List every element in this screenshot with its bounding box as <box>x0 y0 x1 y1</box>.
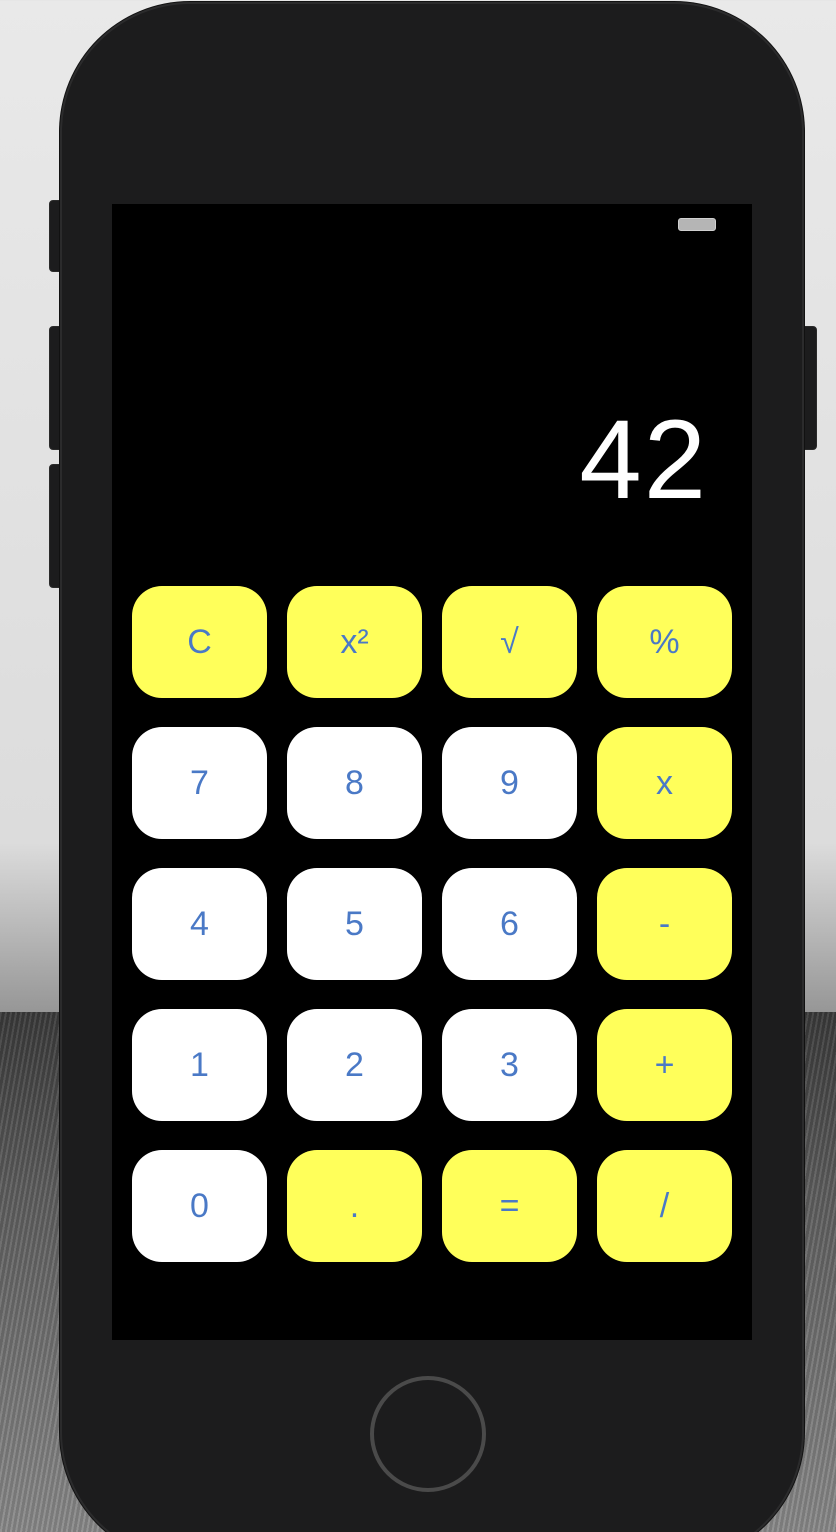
subtract-button[interactable]: - <box>597 868 732 980</box>
power-button <box>803 326 817 450</box>
digit-1-button[interactable]: 1 <box>132 1009 267 1121</box>
digit-0-button[interactable]: 0 <box>132 1150 267 1262</box>
add-button[interactable]: + <box>597 1009 732 1121</box>
equals-button[interactable]: = <box>442 1150 577 1262</box>
digit-7-button[interactable]: 7 <box>132 727 267 839</box>
sqrt-button[interactable]: √ <box>442 586 577 698</box>
digit-6-button[interactable]: 6 <box>442 868 577 980</box>
digit-3-button[interactable]: 3 <box>442 1009 577 1121</box>
digit-5-button[interactable]: 5 <box>287 868 422 980</box>
digit-9-button[interactable]: 9 <box>442 727 577 839</box>
result-display: 42 <box>579 397 708 522</box>
decimal-button[interactable]: . <box>287 1150 422 1262</box>
digit-2-button[interactable]: 2 <box>287 1009 422 1121</box>
clear-button[interactable]: C <box>132 586 267 698</box>
multiply-button[interactable]: x <box>597 727 732 839</box>
divide-button[interactable]: / <box>597 1150 732 1262</box>
keypad: Cx² √% 7 8 9 x 4 5 6- 1 2 3 +0. = / <box>132 586 732 1262</box>
battery-icon <box>678 218 716 231</box>
digit-4-button[interactable]: 4 <box>132 868 267 980</box>
home-button[interactable] <box>370 1376 486 1492</box>
digit-8-button[interactable]: 8 <box>287 727 422 839</box>
percent-button[interactable]: % <box>597 586 732 698</box>
square-button[interactable]: x² <box>287 586 422 698</box>
calculator-screen: 42 Cx² √% 7 8 9 x 4 5 6- 1 2 3 +0. = / <box>112 204 752 1340</box>
